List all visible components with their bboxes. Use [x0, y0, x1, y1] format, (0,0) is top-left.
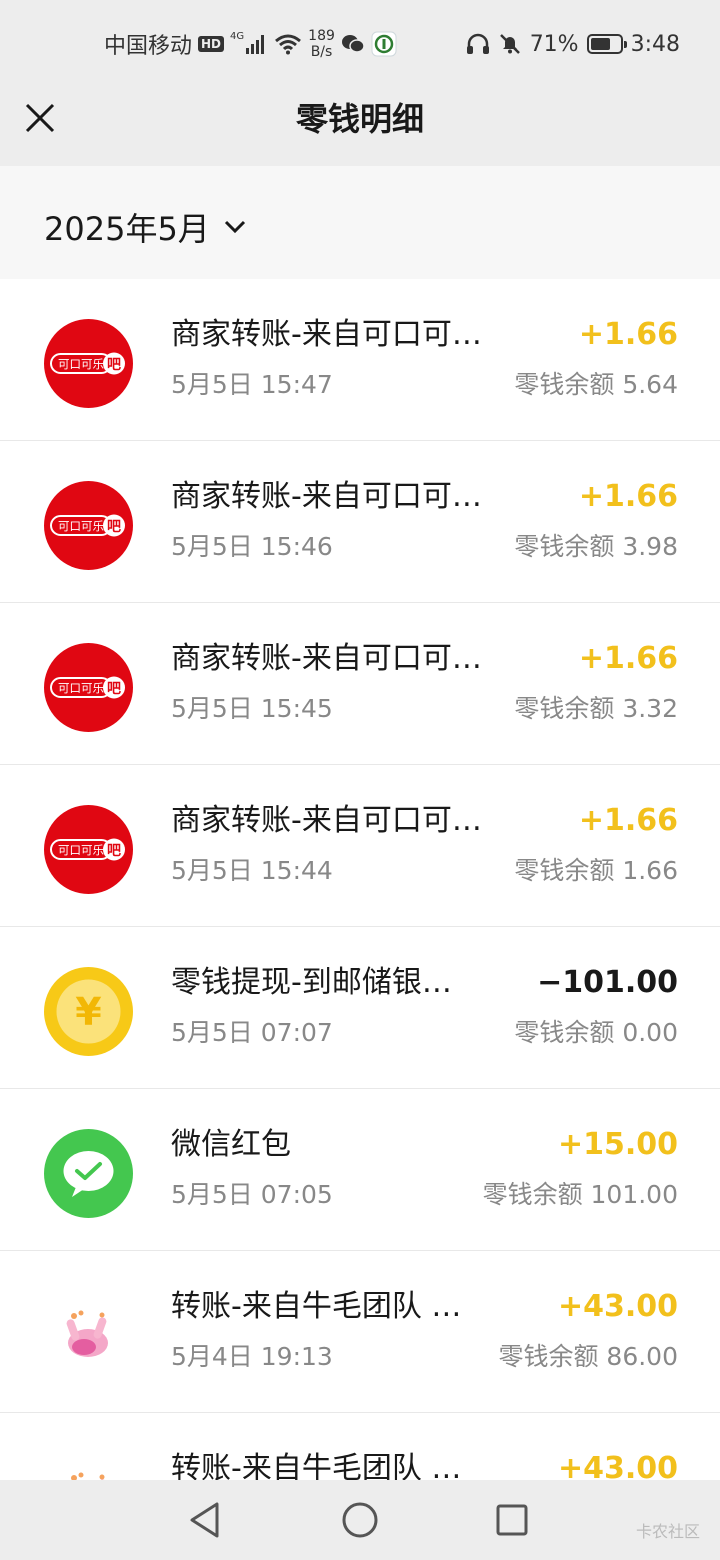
transaction-time: 5月5日 15:47: [171, 370, 333, 399]
transaction-time: 5月5日 15:46: [171, 532, 333, 561]
transaction-row[interactable]: 可口可乐 吧 商家转账-来自可口可… 5月5日 15:45 +1.66 零钱余额…: [0, 603, 720, 765]
balance-after: 零钱余额 3.32: [514, 694, 678, 723]
transaction-amount: +1.66: [578, 479, 678, 514]
transaction-time: 5月5日 15:45: [171, 694, 333, 723]
svg-text:可口可乐: 可口可乐: [58, 357, 104, 371]
network-speed: 189 B/s: [308, 28, 335, 60]
transaction-row[interactable]: 可口可乐 吧 商家转账-来自可口可… 5月5日 15:47 +1.66 零钱余额…: [0, 279, 720, 441]
carrier-name: 中国移动: [104, 34, 193, 59]
wechat-notification-icon: [341, 35, 365, 53]
rock-hand-emoji-icon: [71, 1472, 107, 1480]
balance-after: 零钱余额 0.00: [514, 1018, 678, 1047]
coke-logo-icon: 可口可乐 吧: [50, 514, 125, 537]
yuan-coin-icon: ¥: [56, 979, 121, 1044]
transaction-title: 商家转账-来自可口可…: [171, 479, 482, 514]
status-right: 71% 3:48: [466, 24, 680, 64]
balance-after: 零钱余额 86.00: [498, 1342, 678, 1371]
app-notification-icon: [371, 31, 397, 57]
svg-text:可口可乐: 可口可乐: [58, 843, 104, 857]
transaction-title: 商家转账-来自可口可…: [171, 641, 482, 676]
svg-text:吧: 吧: [107, 681, 121, 697]
battery-level: [590, 38, 611, 50]
transaction-row[interactable]: 可口可乐 吧 商家转账-来自可口可… 5月5日 15:44 +1.66 零钱余额…: [0, 765, 720, 927]
month-filter-bar: 2025年5月: [0, 166, 720, 279]
svg-text:可口可乐: 可口可乐: [58, 681, 104, 695]
system-nav-bar: 卡农社区: [0, 1480, 720, 1560]
home-circle-icon[interactable]: [340, 1500, 380, 1540]
user-avatar: [44, 1291, 133, 1380]
recents-square-icon[interactable]: [492, 1500, 532, 1540]
svg-text:¥: ¥: [75, 990, 101, 1034]
month-label[interactable]: 2025年5月: [44, 204, 210, 250]
speed-unit: B/s: [310, 44, 333, 60]
signal-icon: [246, 34, 265, 54]
transaction-row[interactable]: 转账-来自牛毛团队 … 5月4日 19:13 +43.00 零钱余额 86.00: [0, 1251, 720, 1413]
balance-after: 零钱余额 3.98: [514, 532, 678, 561]
back-triangle-icon[interactable]: [186, 1500, 226, 1540]
chevron-down-icon[interactable]: [224, 220, 246, 234]
watermark-text: 卡农社区: [635, 1522, 700, 1541]
battery-icon: [586, 34, 627, 54]
wifi-icon: [275, 34, 302, 55]
transaction-row[interactable]: 可口可乐 吧 商家转账-来自可口可… 5月5日 15:46 +1.66 零钱余额…: [0, 441, 720, 603]
transaction-row[interactable]: ¥ 零钱提现-到邮储银… 5月5日 07:07 −101.00 零钱余额 0.0…: [0, 927, 720, 1089]
network-type: 4G: [230, 30, 245, 42]
status-bar: 中国移动 HD 4G 189 B/s 71% 3:48: [0, 0, 720, 84]
transaction-title: 微信红包: [171, 1127, 291, 1162]
headphone-icon: [466, 33, 489, 54]
transaction-amount: +43.00: [557, 1451, 678, 1480]
wechat-pay-avatar: [44, 1129, 133, 1218]
svg-text:吧: 吧: [107, 357, 121, 373]
balance-after: 零钱余额 1.66: [514, 856, 678, 885]
page-title: 零钱明细: [295, 100, 424, 138]
coke-logo-avatar: 可口可乐 吧: [44, 319, 133, 408]
clock-time: 3:48: [630, 31, 680, 57]
svg-text:吧: 吧: [107, 843, 121, 859]
transaction-amount: +15.00: [557, 1127, 678, 1162]
transaction-amount: +43.00: [557, 1289, 678, 1324]
mute-bell-icon: [499, 34, 520, 54]
transaction-time: 5月5日 07:05: [171, 1180, 333, 1209]
transaction-row[interactable]: 转账-来自牛毛团队 … +43.00: [0, 1413, 720, 1480]
transaction-title: 转账-来自牛毛团队 …: [171, 1289, 462, 1324]
wechat-icon: [63, 1151, 114, 1197]
status-left: 中国移动 HD 4G 189 B/s: [104, 24, 397, 64]
transaction-list[interactable]: 可口可乐 吧 商家转账-来自可口可… 5月5日 15:47 +1.66 零钱余额…: [0, 279, 720, 1480]
transaction-amount: +1.66: [578, 803, 678, 838]
user-avatar: [44, 1453, 133, 1480]
transaction-time: 5月5日 15:44: [171, 856, 333, 885]
nav-bar: 零钱明细: [0, 84, 720, 166]
rock-hand-emoji-icon: [66, 1310, 108, 1357]
coke-logo-icon: 可口可乐 吧: [50, 676, 125, 699]
coke-logo-icon: 可口可乐 吧: [50, 352, 125, 375]
balance-after: 零钱余额 101.00: [482, 1180, 678, 1209]
svg-text:吧: 吧: [107, 519, 121, 535]
coke-logo-avatar: 可口可乐 吧: [44, 805, 133, 894]
battery-percent: 71%: [529, 31, 579, 57]
svg-text:可口可乐: 可口可乐: [58, 519, 104, 533]
transaction-title: 商家转账-来自可口可…: [171, 317, 482, 352]
coke-logo-avatar: 可口可乐 吧: [44, 643, 133, 732]
transaction-amount: +1.66: [578, 641, 678, 676]
transaction-title: 转账-来自牛毛团队 …: [171, 1451, 462, 1480]
transaction-title: 零钱提现-到邮储银…: [171, 965, 452, 1000]
transaction-row[interactable]: 微信红包 5月5日 07:05 +15.00 零钱余额 101.00: [0, 1089, 720, 1251]
transaction-title: 商家转账-来自可口可…: [171, 803, 482, 838]
transaction-amount: +1.66: [578, 317, 678, 352]
month-selector[interactable]: 2025年5月: [44, 204, 246, 250]
transaction-time: 5月4日 19:13: [171, 1342, 333, 1371]
hd-badge: HD: [198, 36, 225, 52]
transaction-time: 5月5日 07:07: [171, 1018, 333, 1047]
coke-logo-icon: 可口可乐 吧: [50, 838, 125, 861]
speed-value: 189: [308, 28, 335, 44]
coke-logo-avatar: 可口可乐 吧: [44, 481, 133, 570]
yuan-coin-avatar: ¥: [44, 967, 133, 1056]
transaction-amount: −101.00: [537, 965, 678, 1000]
balance-after: 零钱余额 5.64: [514, 370, 678, 399]
